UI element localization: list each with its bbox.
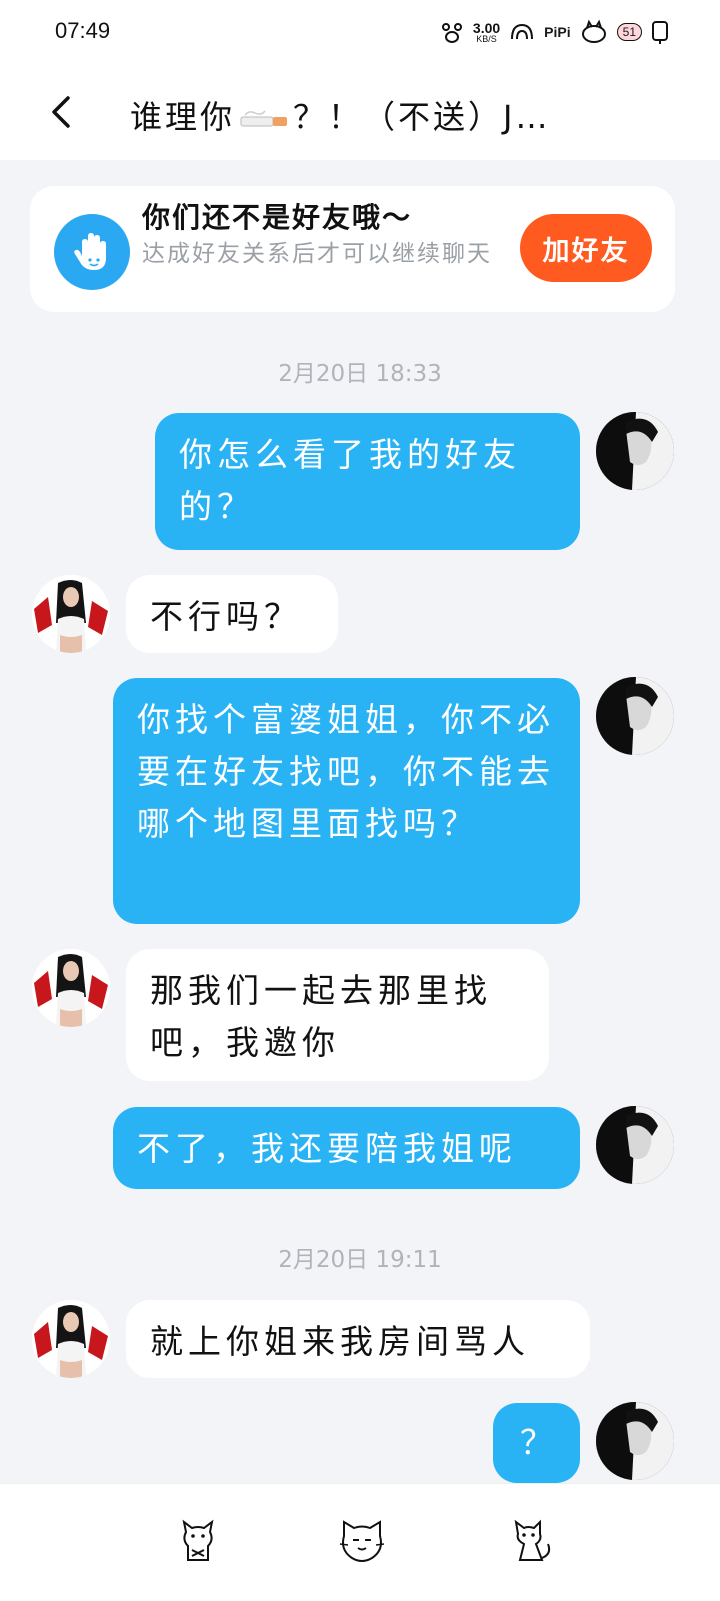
wifi-cat-icon — [511, 23, 534, 40]
avatar-portrait-image — [596, 1402, 674, 1480]
back-button[interactable] — [40, 90, 84, 134]
add-friend-button[interactable]: 加好友 — [520, 214, 652, 282]
self-avatar[interactable] — [596, 1106, 674, 1184]
cat-sitting-icon — [514, 1519, 551, 1561]
signal-cat-icon — [581, 19, 606, 43]
avatar-portrait-image — [32, 1300, 110, 1378]
timestamp: 2月20日 19:11 — [278, 1247, 442, 1273]
message-bubble-outgoing[interactable]: 不了，我还要陪我姐呢 — [113, 1107, 580, 1189]
nav-button-right[interactable] — [508, 1518, 556, 1566]
chat-header: 谁理你 ？！（不送）J… — [0, 64, 720, 160]
chat-title-part1: 谁理你 — [130, 98, 236, 136]
notice-title: 你们还不是好友哦～ — [142, 201, 413, 234]
pipi-label: PiPi — [544, 24, 571, 40]
contact-avatar[interactable] — [32, 575, 110, 653]
nav-button-middle[interactable] — [338, 1518, 386, 1566]
not-friends-notice: 你们还不是好友哦～ 达成好友关系后才可以继续聊天 加好友 — [30, 186, 675, 312]
message-bubble-incoming[interactable]: 不行吗？ — [126, 575, 338, 653]
cigarette-icon — [240, 110, 288, 127]
message-bubble-incoming[interactable]: 就上你姐来我房间骂人 — [126, 1300, 590, 1378]
hand-icon — [74, 233, 106, 270]
chat-title: 谁理你 ？！（不送）J… — [130, 92, 550, 138]
timestamp: 2月20日 18:33 — [278, 361, 442, 387]
status-time: 07:49 — [55, 18, 111, 43]
paw-icon — [441, 23, 462, 43]
contact-avatar[interactable] — [32, 949, 110, 1027]
net-speed: 3.00 KB/S — [473, 21, 500, 44]
status-icons: 3.00 KB/S PiPi 51 — [439, 14, 670, 50]
message-bubble-outgoing[interactable]: ？ — [493, 1403, 580, 1483]
bottom-nav-bar — [0, 1483, 720, 1601]
notice-icon-badge — [54, 214, 130, 290]
self-avatar[interactable] — [596, 1402, 674, 1480]
avatar-portrait-image — [32, 949, 110, 1027]
message-bubble-outgoing[interactable]: 你找个富婆姐姐，你不必要在好友找吧，你不能去哪个地图里面找吗？ — [113, 678, 580, 924]
battery-level: 51 — [616, 23, 642, 41]
self-avatar[interactable] — [596, 412, 674, 490]
notice-description: 达成好友关系后才可以继续聊天 — [142, 241, 492, 267]
message-bubble-incoming[interactable]: 那我们一起去那里找吧，我邀你 — [126, 949, 549, 1081]
net-speed-value: 3.00 — [472, 19, 501, 36]
nav-button-left[interactable] — [174, 1518, 222, 1566]
contact-avatar[interactable] — [32, 1300, 110, 1378]
self-avatar[interactable] — [596, 677, 674, 755]
chevron-left-icon — [52, 96, 70, 128]
message-bubble-outgoing[interactable]: 你怎么看了我的好友的？ — [155, 413, 580, 550]
avatar-portrait-image — [596, 1106, 674, 1184]
battery-icon — [652, 21, 668, 44]
cat-icon — [182, 1519, 214, 1561]
net-speed-unit: KB/S — [476, 33, 497, 44]
chat-title-part2: ？！（不送）J… — [293, 98, 551, 136]
avatar-portrait-image — [596, 677, 674, 755]
avatar-portrait-image — [32, 575, 110, 653]
cat-face-icon — [339, 1520, 385, 1562]
avatar-portrait-image — [596, 412, 674, 490]
status-bar: 07:49 3.00 KB/S PiPi 51 — [0, 0, 720, 64]
